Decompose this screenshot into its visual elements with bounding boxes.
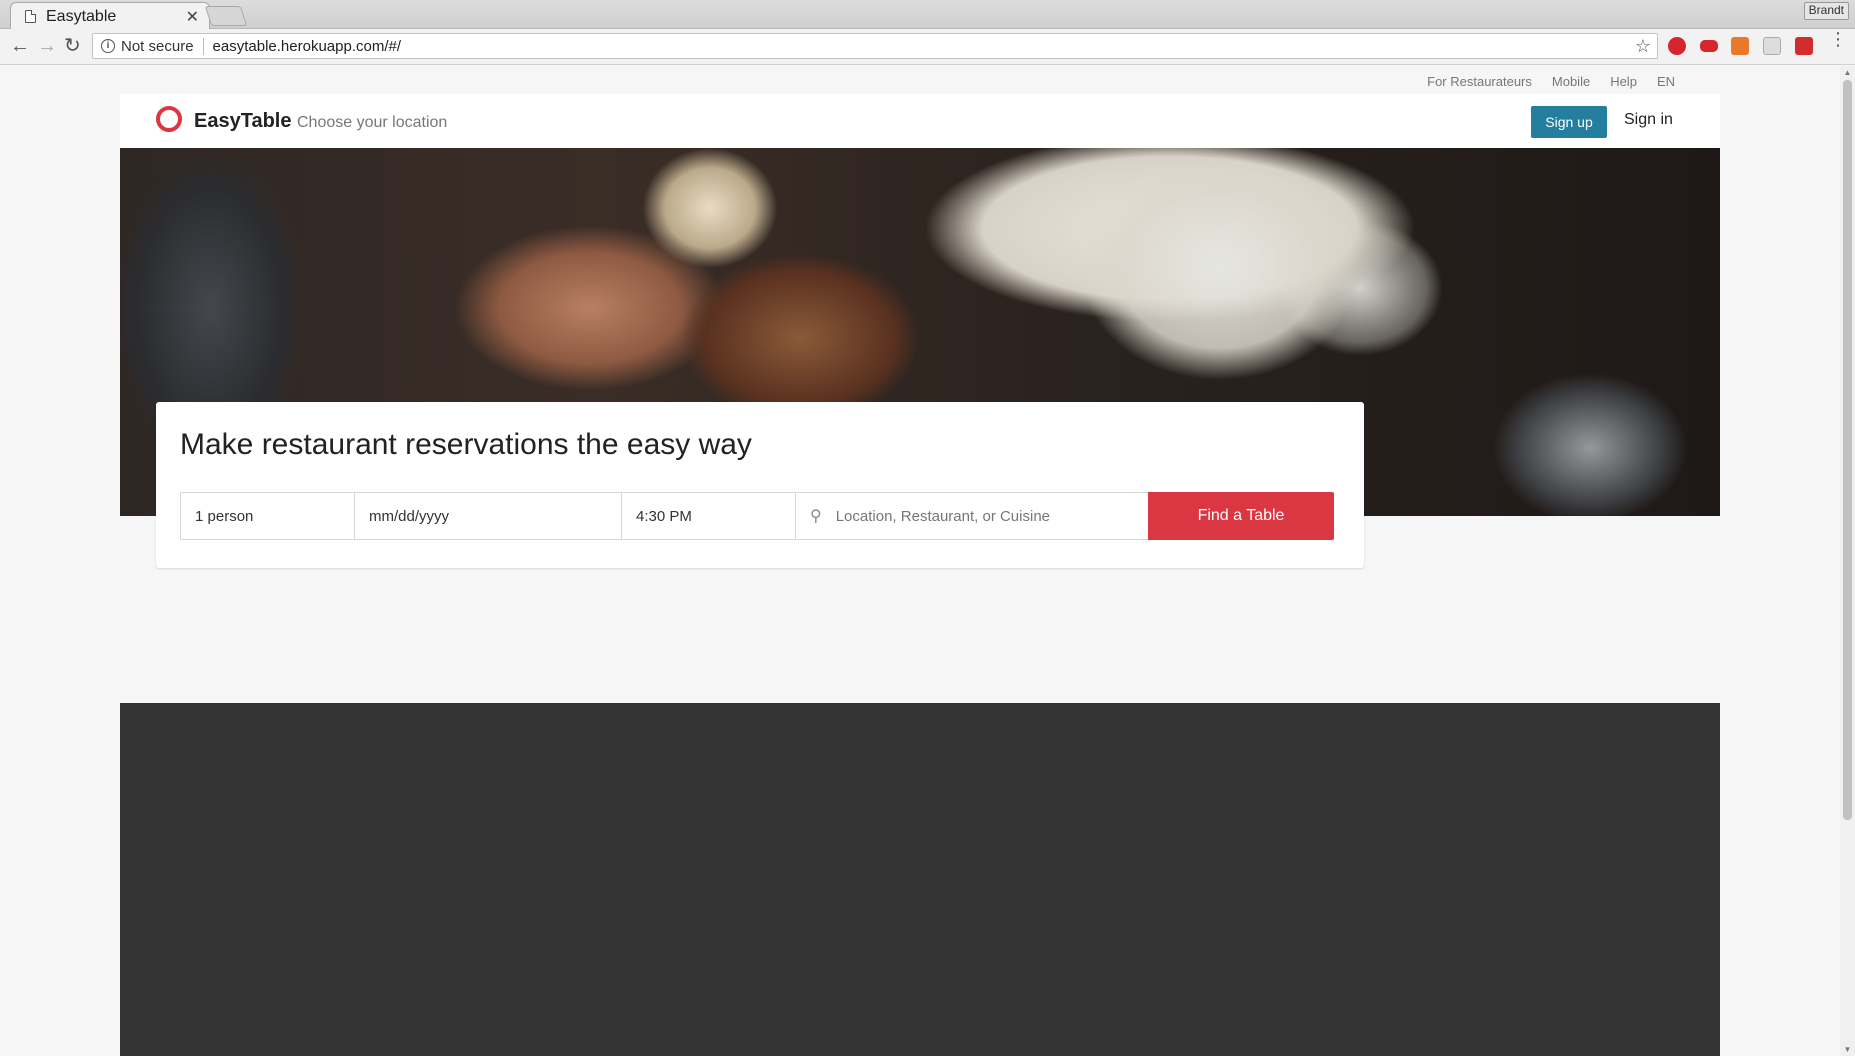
youtube-extension-icon[interactable] <box>1700 40 1718 52</box>
security-label[interactable]: Not secure <box>121 37 204 55</box>
search-input[interactable] <box>835 507 1126 525</box>
scrollbar[interactable]: ▲ ▼ <box>1840 66 1855 1056</box>
search-form: 1 person mm/dd/yyyy 4:30 PM ⚲ Find a Tab… <box>180 492 1334 540</box>
search-icon: ⚲ <box>810 508 822 525</box>
new-tab-button[interactable] <box>204 6 248 26</box>
query-field[interactable]: ⚲ <box>795 492 1148 540</box>
tab-title: Easytable <box>46 7 117 25</box>
location-selector[interactable]: Choose your location <box>297 114 447 132</box>
bookmark-star-icon[interactable]: ☆ <box>1635 36 1651 57</box>
address-bar[interactable]: i Not secure easytable.herokuapp.com/#/ … <box>92 33 1658 59</box>
utility-nav: For Restaurateurs Mobile Help EN <box>1427 74 1675 89</box>
profile-button[interactable]: Brandt <box>1803 2 1849 20</box>
party-size-value: 1 person <box>195 507 254 525</box>
scroll-thumb[interactable] <box>1843 80 1852 820</box>
red-extension-icon[interactable] <box>1795 37 1813 55</box>
dark-content-section <box>120 703 1720 1056</box>
language-selector[interactable]: EN <box>1657 74 1675 89</box>
brand-name[interactable]: EasyTable <box>194 110 291 133</box>
browser-tab[interactable]: Easytable ✕ <box>10 2 210 30</box>
site-header: EasyTable Choose your location Sign up S… <box>120 94 1720 148</box>
reload-icon[interactable]: ↻ <box>64 36 81 56</box>
url-text[interactable]: easytable.herokuapp.com/#/ <box>213 38 1635 55</box>
date-input[interactable]: mm/dd/yyyy <box>354 492 621 540</box>
browser-toolbar: ← → ↻ i Not secure easytable.herokuapp.c… <box>0 29 1855 65</box>
signin-link[interactable]: Sign in <box>1624 111 1673 129</box>
gray-extension-icon[interactable] <box>1763 37 1781 55</box>
scroll-up-icon[interactable]: ▲ <box>1843 68 1852 77</box>
browser-menu-icon[interactable]: ⋮ <box>1829 30 1847 48</box>
info-icon[interactable]: i <box>101 39 115 53</box>
close-tab-icon[interactable]: ✕ <box>186 7 199 27</box>
date-placeholder: mm/dd/yyyy <box>369 507 450 525</box>
browser-tabstrip: Easytable ✕ Brandt <box>0 0 1855 30</box>
orange-extension-icon[interactable] <box>1731 37 1749 55</box>
party-size-select[interactable]: 1 person <box>180 492 354 540</box>
back-icon[interactable]: ← <box>10 36 30 56</box>
logo-icon[interactable] <box>156 106 182 132</box>
scroll-down-icon[interactable]: ▼ <box>1843 1045 1852 1054</box>
page: For Restaurateurs Mobile Help EN EasyTab… <box>0 66 1855 1056</box>
utility-link-mobile[interactable]: Mobile <box>1552 74 1590 89</box>
search-card: Make restaurant reservations the easy wa… <box>156 402 1364 568</box>
utility-link-restaurateurs[interactable]: For Restaurateurs <box>1427 74 1532 89</box>
page-icon <box>25 10 36 23</box>
search-headline: Make restaurant reservations the easy wa… <box>180 428 752 461</box>
adblock-extension-icon[interactable] <box>1668 37 1686 55</box>
time-value: 4:30 PM <box>636 507 692 525</box>
time-select[interactable]: 4:30 PM <box>621 492 795 540</box>
utility-link-help[interactable]: Help <box>1610 74 1637 89</box>
signup-button[interactable]: Sign up <box>1531 106 1607 138</box>
find-table-button[interactable]: Find a Table <box>1148 492 1334 540</box>
forward-icon[interactable]: → <box>37 36 57 56</box>
